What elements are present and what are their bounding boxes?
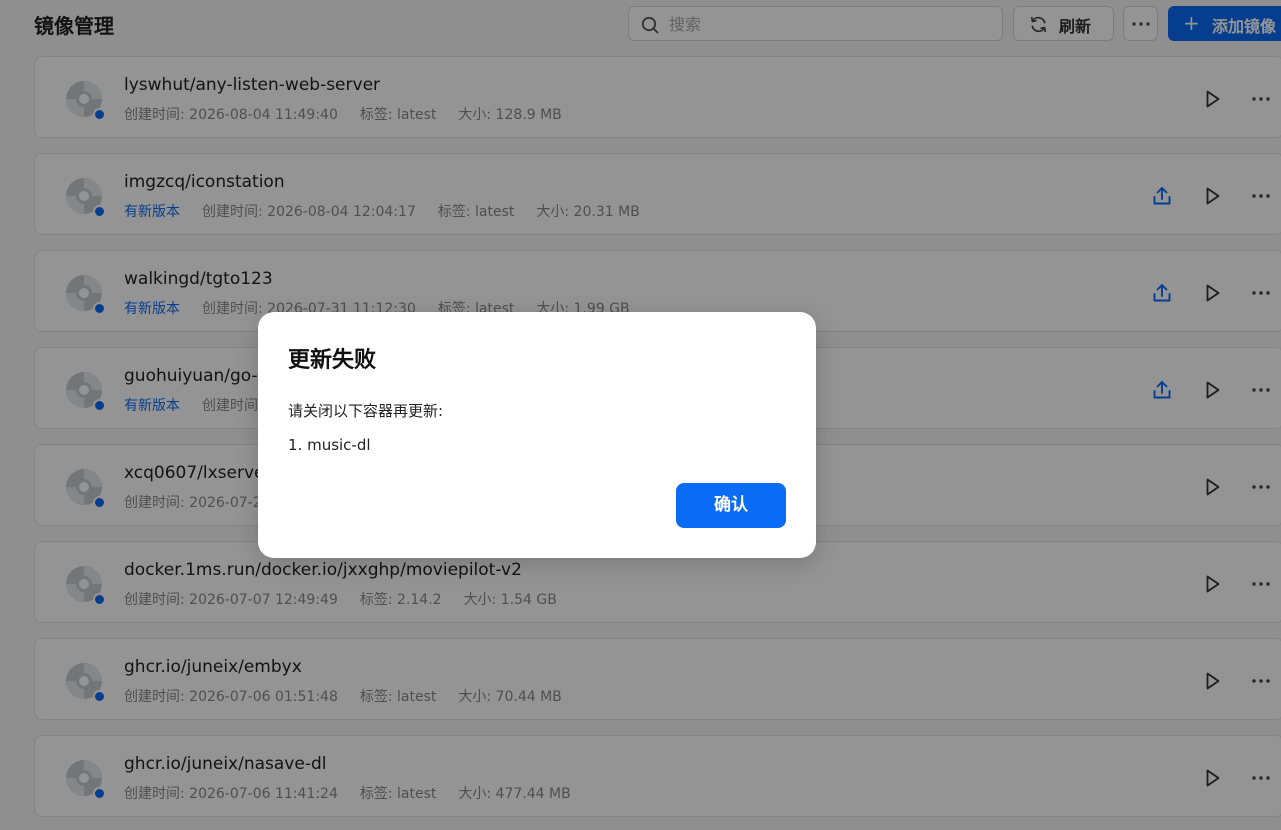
update-failed-dialog: 更新失败 请关闭以下容器再更新: 1. music-dl 确认 [258,312,816,558]
confirm-button[interactable]: 确认 [676,483,786,528]
dialog-message: 请关闭以下容器再更新: [288,402,444,420]
dialog-container-item: 1. music-dl [288,436,371,454]
dialog-title: 更新失败 [288,348,377,373]
